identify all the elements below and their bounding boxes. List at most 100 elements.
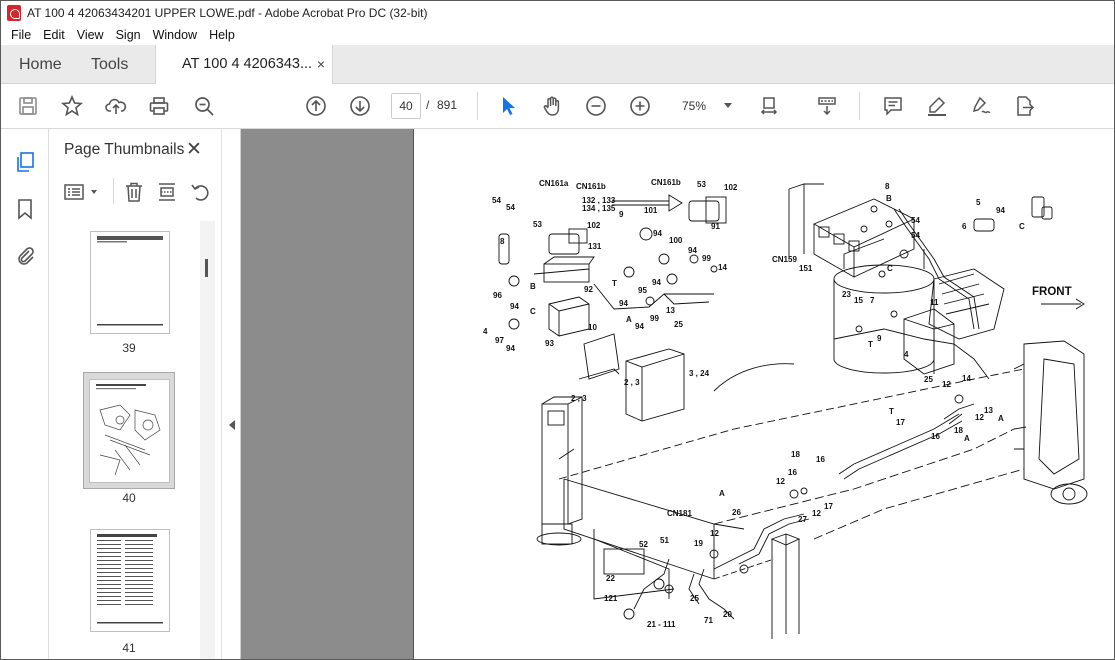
diagram-label: 94 [688,246,697,255]
acrobat-app-icon [7,5,21,21]
diagram-label: 92 [584,285,593,294]
diagram-label: 25 [690,594,699,603]
menu-file[interactable]: File [5,28,37,42]
export-icon[interactable] [1012,94,1036,118]
diagram-label: 23 [842,290,851,299]
page-thumbnails-icon[interactable] [14,151,38,175]
zoom-search-icon[interactable] [192,94,216,118]
diagram-label: 2 , 3 [571,394,587,403]
window-title: AT 100 4 42063434201 UPPER LOWE.pdf - Ad… [27,6,428,20]
tab-tools[interactable]: Tools [91,56,128,74]
thumbnail-page-41[interactable] [90,529,170,632]
diagram-label: 91 [711,222,720,231]
diagram-label: 93 [545,339,554,348]
diagram-label: CN181 [667,509,692,518]
chevron-down-icon[interactable] [724,103,732,108]
zoom-in-icon[interactable] [628,94,652,118]
thumbnail-page-40[interactable] [89,379,170,483]
select-arrow-icon[interactable] [496,94,520,118]
collapse-panel-icon[interactable] [229,420,235,430]
page-total: 891 [437,98,458,112]
diagram-label: 25 [674,320,683,329]
thumbnail-scrollbar[interactable] [200,221,215,659]
diagram-label: 8 [885,182,890,191]
diagram-label: 7 [870,296,875,305]
diagram-label: 21 - 111 [647,620,676,629]
thumbnail-tools [49,177,221,209]
prev-page-icon[interactable] [304,94,328,118]
zoom-out-icon[interactable] [584,94,608,118]
hand-icon[interactable] [540,94,564,118]
diagram-label: 94 [506,344,515,353]
menu-window[interactable]: Window [147,28,203,42]
thumbnail-label: 41 [122,641,136,655]
panel-splitter[interactable] [221,129,241,659]
diagram-label: 9 [619,210,624,219]
menu-sign[interactable]: Sign [110,28,147,42]
parts-diagram: CN161a CN161b CN161b 132 , 133 134 , 135… [483,178,1088,639]
diagram-label: 121 [604,594,618,603]
page-layout-icon[interactable] [156,181,178,203]
diagram-label: 12 [975,413,984,422]
diagram-label: 18 [954,426,963,435]
diagram-label: 2 , 3 [624,378,640,387]
diagram-label: 12 [710,529,719,538]
diagram-label: C [1019,222,1025,231]
panel-divider [113,178,114,204]
diagram-label: 96 [493,291,502,300]
page-thumbnails-panel: Page Thumbnails ✕ 39 40 41 [49,129,221,659]
diagram-label: 13 [984,406,993,415]
diagram-label: 16 [788,468,797,477]
rotate-icon[interactable] [189,181,211,203]
diagram-label: 11 [930,298,939,307]
title-bar: AT 100 4 42063434201 UPPER LOWE.pdf - Ad… [1,1,1114,25]
pdf-page: CN161a CN161b CN161b 132 , 133 134 , 135… [413,129,1114,659]
bookmarks-icon[interactable] [14,198,38,222]
page-fit-icon[interactable] [759,94,783,118]
diagram-label: 102 [587,221,601,230]
diagram-label: 4 [904,350,909,359]
diagram-label: C [530,307,536,316]
diagram-label: B [530,282,536,291]
save-icon[interactable] [16,94,40,118]
tab-close-icon[interactable]: × [317,56,325,72]
acrobat-window: AT 100 4 42063434201 UPPER LOWE.pdf - Ad… [0,0,1115,660]
menu-view[interactable]: View [71,28,110,42]
scroll-mode-icon[interactable] [815,94,839,118]
diagram-label: 94 [652,278,661,287]
print-icon[interactable] [147,94,171,118]
menu-bar: File Edit View Sign Window Help [1,25,1114,45]
thumbnail-page-39[interactable] [90,231,170,334]
diagram-label: C [887,264,893,273]
menu-edit[interactable]: Edit [37,28,71,42]
next-page-icon[interactable] [348,94,372,118]
diagram-label: 6 [962,222,967,231]
diagram-label: 101 [644,206,658,215]
diagram-label: 71 [704,616,713,625]
close-icon[interactable]: ✕ [186,138,202,161]
diagram-label: 54 [492,196,501,205]
menu-help[interactable]: Help [203,28,241,42]
diagram-label: 51 [660,536,669,545]
delete-icon[interactable] [123,181,145,203]
bookmark-star-icon[interactable] [60,94,84,118]
diagram-label: T [612,279,617,288]
comment-icon[interactable] [881,94,905,118]
page-number-input[interactable]: 40 [391,93,421,119]
sign-icon[interactable] [969,94,993,118]
front-label: FRONT [1032,286,1072,298]
panel-title: Page Thumbnails [64,141,185,158]
diagram-label: T [889,407,894,416]
diagram-label: CN161b [651,178,681,187]
document-view[interactable]: CN161a CN161b CN161b 132 , 133 134 , 135… [241,129,1114,659]
upload-icon[interactable] [104,94,128,118]
main-toolbar: 40 / 891 75% [1,84,1114,189]
tab-home[interactable]: Home [19,56,62,74]
scrollbar-thumb[interactable] [205,259,208,277]
chevron-down-icon[interactable] [91,190,97,194]
attachments-icon[interactable] [14,244,38,268]
diagram-label: 94 [510,302,519,311]
tab-document[interactable]: AT 100 4 4206343... × [155,45,333,85]
highlight-icon[interactable] [925,94,949,118]
thumbnail-options-icon[interactable] [63,181,87,203]
